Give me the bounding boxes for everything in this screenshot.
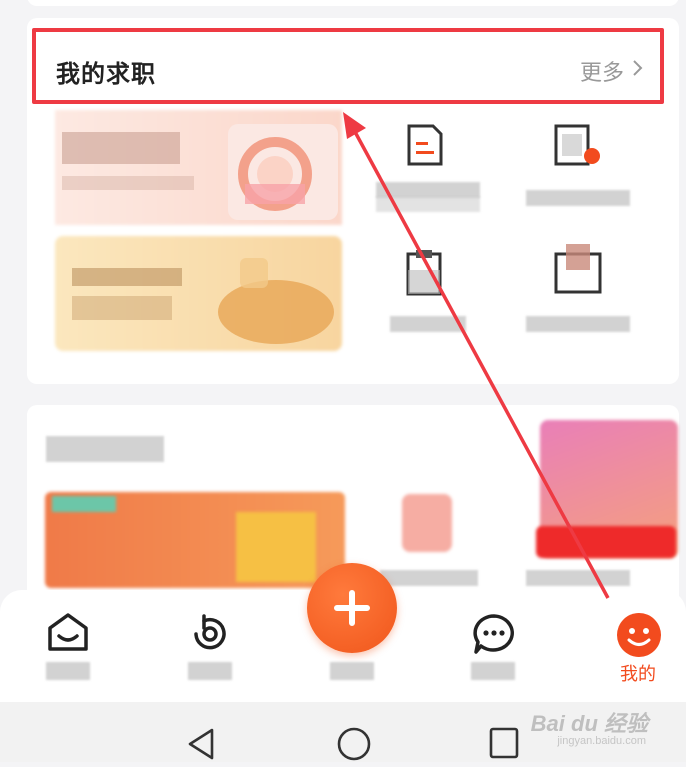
pixelated-heading bbox=[46, 436, 164, 462]
pixelated-label bbox=[390, 316, 466, 332]
more-link[interactable]: 更多 bbox=[580, 55, 644, 87]
tab-profile-label: 我的 bbox=[620, 664, 656, 684]
document-clock-icon[interactable] bbox=[552, 124, 604, 173]
activity-icon bbox=[188, 612, 232, 661]
recents-icon[interactable] bbox=[488, 726, 520, 765]
tab-messages[interactable] bbox=[433, 590, 553, 702]
pixelated-gift-illustration bbox=[236, 512, 316, 582]
chevron-right-icon bbox=[632, 58, 644, 84]
previous-card-edge bbox=[27, 0, 679, 6]
folder-tag-icon[interactable] bbox=[552, 240, 604, 301]
back-icon[interactable] bbox=[184, 726, 218, 767]
pixelated-text-block bbox=[62, 132, 180, 164]
section-title: 我的求职 bbox=[56, 61, 156, 88]
publish-button[interactable] bbox=[307, 563, 397, 653]
plus-icon bbox=[334, 590, 370, 626]
profile-face-icon bbox=[616, 612, 662, 663]
clipboard-icon[interactable] bbox=[404, 248, 444, 301]
pixelated-tab-label bbox=[471, 662, 515, 680]
pixelated-red-strip bbox=[536, 526, 676, 558]
more-label: 更多 bbox=[579, 60, 624, 85]
timer-illustration-icon bbox=[228, 124, 338, 225]
job-section-header[interactable]: 我的求职 更多 bbox=[32, 28, 664, 104]
pixelated-tab-label bbox=[46, 662, 90, 680]
pixelated-badge bbox=[52, 496, 116, 512]
pixelated-text-block bbox=[72, 296, 172, 320]
baidu-watermark: Bai du 经验 bbox=[530, 711, 648, 736]
pixelated-label bbox=[526, 570, 630, 586]
pixelated-text-block bbox=[62, 176, 194, 190]
pixelated-label bbox=[376, 196, 480, 212]
pixelated-text-block bbox=[72, 268, 182, 286]
tab-home[interactable] bbox=[8, 590, 128, 702]
baidu-watermark-url: jingyan.baidu.com bbox=[557, 735, 646, 747]
tab-profile[interactable]: 我的 bbox=[578, 590, 686, 702]
pixelated-tab-label bbox=[188, 662, 232, 680]
hand-illustration-icon bbox=[206, 250, 336, 355]
pixelated-tab-label bbox=[330, 662, 374, 680]
home-icon bbox=[46, 612, 90, 657]
pixelated-label bbox=[526, 316, 630, 332]
pixelated-service-icon[interactable] bbox=[402, 494, 452, 552]
resume-icon[interactable] bbox=[405, 124, 445, 171]
pixelated-label bbox=[526, 190, 630, 206]
home-circle-icon[interactable] bbox=[336, 726, 372, 767]
tab-activity[interactable] bbox=[150, 590, 270, 702]
message-icon bbox=[471, 612, 517, 661]
